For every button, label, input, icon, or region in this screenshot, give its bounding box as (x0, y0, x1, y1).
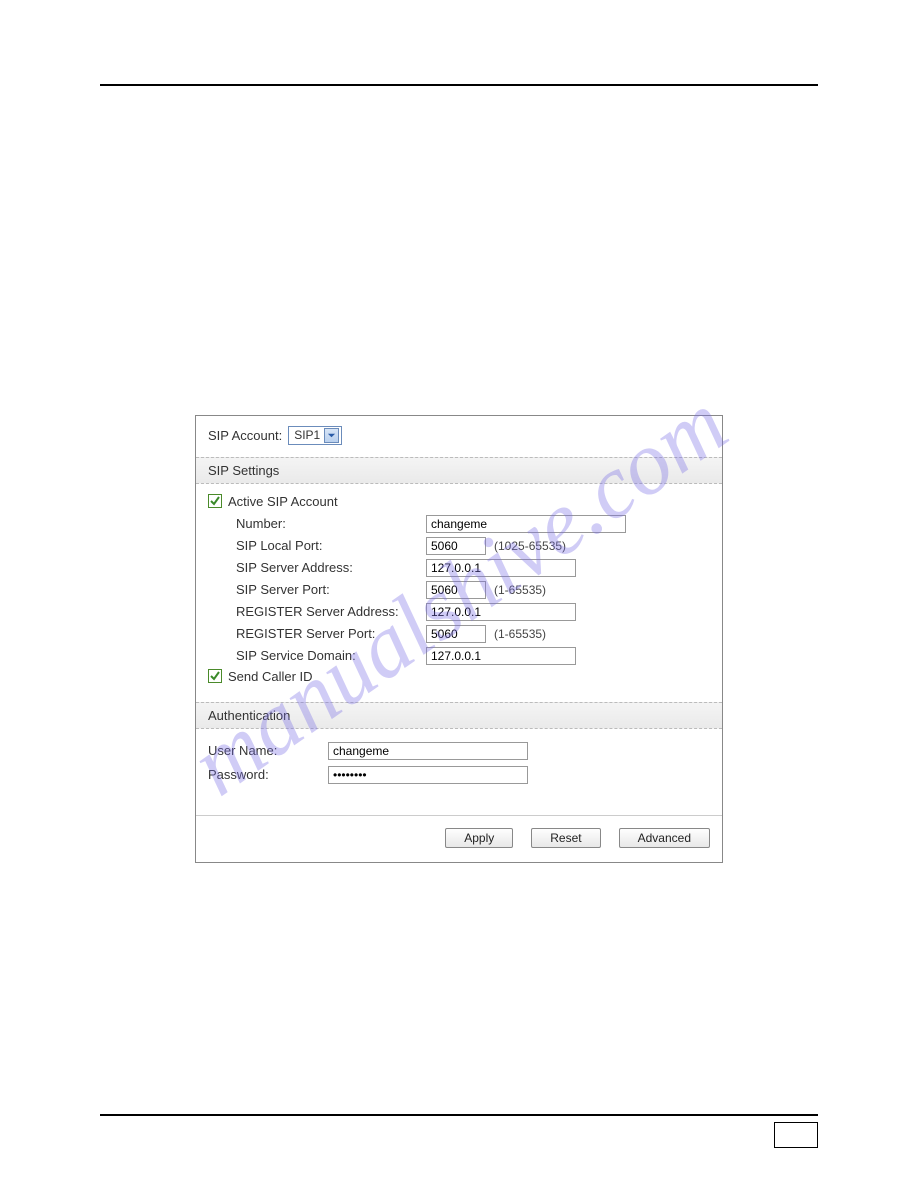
body-p3-c: . (418, 331, 422, 346)
password-label: Password: (208, 767, 328, 782)
page-number: 137 (774, 1122, 818, 1148)
username-input[interactable] (328, 742, 528, 760)
sip-account-label: SIP Account: (208, 428, 282, 443)
reg-port-input[interactable] (426, 625, 486, 643)
reg-addr-label: REGISTER Server Address: (236, 604, 426, 619)
password-input[interactable] (328, 766, 528, 784)
apply-button[interactable]: Apply (445, 828, 513, 848)
chapter-header: Chapter 8 SIP (100, 60, 818, 76)
auth-header: Authentication (196, 702, 722, 729)
domain-label: SIP Service Domain: (236, 648, 426, 663)
chevron-down-icon (324, 428, 339, 443)
body-p3: To access this screen, click VoIP > SIP … (100, 329, 818, 349)
figure-title: VoIP > SIP > SIP Account (174, 379, 340, 395)
local-port-hint: (1025-65535) (494, 539, 566, 553)
active-sip-checkbox[interactable] (208, 494, 222, 508)
server-addr-input[interactable] (426, 559, 576, 577)
local-port-label: SIP Local Port: (236, 538, 426, 553)
section-title: The SIP Account Screen (149, 185, 402, 210)
active-sip-label: Active SIP Account (228, 494, 338, 509)
server-port-hint: (1-65535) (494, 583, 546, 597)
reset-button[interactable]: Reset (531, 828, 600, 848)
footer-guide: P-2612HNU-Fx User's Guide (100, 1128, 267, 1143)
top-rule (100, 84, 818, 86)
body-p3-bold: VoIP > SIP > SIP Account (260, 331, 414, 346)
sip-settings-header: SIP Settings (196, 457, 722, 484)
server-addr-label: SIP Server Address: (236, 560, 426, 575)
send-caller-checkbox[interactable] (208, 669, 222, 683)
section-heading: 8.4 The SIP Account Screen (100, 185, 818, 211)
figure-caption: Figure 44 VoIP > SIP > SIP Account (100, 379, 818, 395)
figure-label: Figure 44 (100, 379, 162, 395)
sip-panel: SIP Account: SIP1 SIP Settings Active SI… (195, 415, 723, 863)
body-p3-a: To access this screen, click (100, 331, 257, 346)
body-p2: The Device uses a SIP account to make ou… (100, 221, 818, 299)
local-port-input[interactable] (426, 537, 486, 555)
reg-addr-input[interactable] (426, 603, 576, 621)
send-caller-label: Send Caller ID (228, 669, 313, 684)
server-port-label: SIP Server Port: (236, 582, 426, 597)
table-caption: The following table describes the labels… (100, 883, 818, 903)
number-label: Number: (236, 516, 426, 531)
advanced-button[interactable]: Advanced (619, 828, 710, 848)
reg-port-label: REGISTER Server Port: (236, 626, 426, 641)
domain-input[interactable] (426, 647, 576, 665)
section-number: 8.4 (100, 185, 131, 210)
sip-account-select[interactable]: SIP1 (288, 426, 342, 445)
reg-port-hint: (1-65535) (494, 627, 546, 641)
username-label: User Name: (208, 743, 328, 758)
sip-account-selected: SIP1 (294, 428, 320, 442)
number-input[interactable] (426, 515, 626, 533)
intro-paragraph: You should have a voice account already … (100, 116, 818, 155)
server-port-input[interactable] (426, 581, 486, 599)
